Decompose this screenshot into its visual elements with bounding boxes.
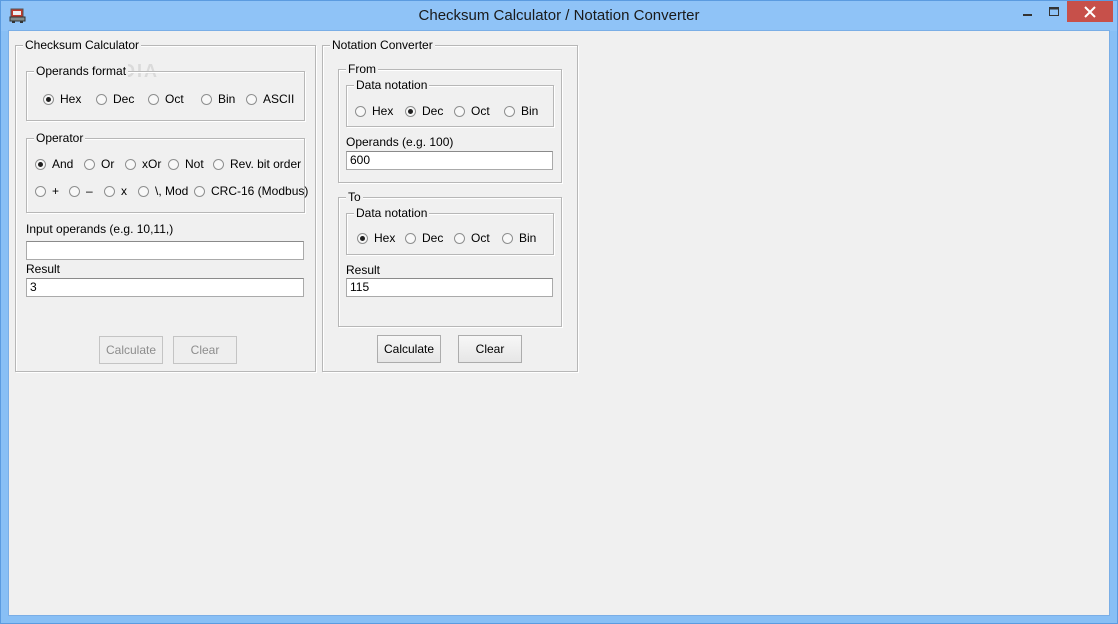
to-title: To bbox=[346, 190, 363, 204]
radio-dot bbox=[84, 158, 95, 170]
radio-dot bbox=[148, 93, 159, 105]
operator-xor-radio[interactable]: xOr bbox=[125, 157, 161, 171]
radio-label: Bin bbox=[218, 92, 236, 106]
radio-label: x bbox=[121, 184, 127, 198]
close-button[interactable] bbox=[1067, 1, 1113, 22]
maximize-button[interactable] bbox=[1042, 1, 1066, 22]
from-bin-radio[interactable]: Bin bbox=[504, 104, 538, 118]
radio-label: xOr bbox=[142, 157, 162, 171]
to-hex-radio[interactable]: Hex bbox=[357, 231, 395, 245]
radio-dot bbox=[43, 93, 54, 105]
title-bar[interactable]: Checksum Calculator / Notation Converter bbox=[1, 1, 1117, 31]
radio-label: – bbox=[86, 184, 93, 198]
to-dec-radio[interactable]: Dec bbox=[405, 231, 443, 245]
radio-dot bbox=[35, 158, 46, 170]
radio-dot bbox=[405, 105, 416, 117]
radio-label: Bin bbox=[519, 231, 537, 245]
close-icon bbox=[1084, 5, 1096, 18]
minimize-icon bbox=[1023, 13, 1032, 16]
input-operands-label: Input operands (e.g. 10,11,) bbox=[26, 222, 174, 236]
radio-dot bbox=[246, 93, 257, 105]
radio-dot bbox=[213, 158, 224, 170]
operator-group: Operator bbox=[26, 131, 305, 213]
radio-label: Dec bbox=[422, 231, 444, 245]
operands-format-hex-radio[interactable]: Hex bbox=[43, 92, 81, 106]
radio-label: CRC-16 (Modbus) bbox=[211, 184, 309, 198]
operator-plus-radio[interactable]: + bbox=[35, 184, 59, 198]
radio-dot bbox=[138, 185, 149, 197]
window-title: Checksum Calculator / Notation Converter bbox=[418, 7, 700, 24]
to-data-notation-title: Data notation bbox=[354, 206, 430, 220]
radio-label: Bin bbox=[521, 104, 539, 118]
operator-minus-radio[interactable]: – bbox=[69, 184, 93, 198]
operands-format-dec-radio[interactable]: Dec bbox=[96, 92, 134, 106]
radio-dot bbox=[69, 185, 80, 197]
radio-label: And bbox=[52, 157, 74, 171]
radio-dot bbox=[355, 105, 366, 117]
to-result-label: Result bbox=[346, 263, 381, 277]
result-label: Result bbox=[26, 262, 61, 276]
notation-clear-button[interactable]: Clear bbox=[458, 335, 522, 363]
operands-format-ascii-radio[interactable]: ASCII bbox=[246, 92, 294, 106]
radio-label: Oct bbox=[471, 104, 490, 118]
notation-calculate-button[interactable]: Calculate bbox=[377, 335, 441, 363]
operator-crc16-radio[interactable]: CRC-16 (Modbus) bbox=[194, 184, 308, 198]
operator-and-radio[interactable]: And bbox=[35, 157, 73, 171]
operands-field[interactable]: 600 bbox=[346, 151, 553, 170]
radio-label: Not bbox=[185, 157, 204, 171]
checksum-calculator-title: Checksum Calculator bbox=[23, 38, 142, 52]
operator-not-radio[interactable]: Not bbox=[168, 157, 204, 171]
radio-dot bbox=[201, 93, 212, 105]
radio-dot bbox=[168, 158, 179, 170]
radio-label: ASCII bbox=[263, 92, 295, 106]
operator-rev-bit-order-radio[interactable]: Rev. bit order bbox=[213, 157, 301, 171]
radio-label: Rev. bit order bbox=[230, 157, 302, 171]
from-hex-radio[interactable]: Hex bbox=[355, 104, 393, 118]
radio-dot bbox=[194, 185, 205, 197]
operands-label: Operands (e.g. 100) bbox=[346, 135, 454, 149]
radio-label: \, Mod bbox=[155, 184, 189, 198]
operator-title: Operator bbox=[34, 131, 86, 145]
radio-label: + bbox=[52, 184, 60, 198]
checksum-clear-button[interactable]: Clear bbox=[173, 336, 237, 364]
radio-dot bbox=[504, 105, 515, 117]
radio-label: Hex bbox=[60, 92, 82, 106]
radio-dot bbox=[35, 185, 46, 197]
to-oct-radio[interactable]: Oct bbox=[454, 231, 490, 245]
checksum-result-field[interactable]: 3 bbox=[26, 278, 304, 297]
radio-dot bbox=[405, 232, 416, 244]
operands-format-title: Operands format bbox=[34, 64, 129, 78]
operands-format-bin-radio[interactable]: Bin bbox=[201, 92, 235, 106]
radio-dot bbox=[125, 158, 136, 170]
radio-label: Or bbox=[101, 157, 115, 171]
operator-or-radio[interactable]: Or bbox=[84, 157, 114, 171]
radio-label: Hex bbox=[372, 104, 394, 118]
maximize-icon bbox=[1049, 6, 1059, 16]
radio-dot bbox=[96, 93, 107, 105]
to-result-field[interactable]: 115 bbox=[346, 278, 553, 297]
radio-label: Hex bbox=[374, 231, 396, 245]
to-bin-radio[interactable]: Bin bbox=[502, 231, 536, 245]
radio-label: Oct bbox=[471, 231, 490, 245]
input-operands-field[interactable] bbox=[26, 241, 304, 260]
operands-format-oct-radio[interactable]: Oct bbox=[148, 92, 184, 106]
operator-multiply-radio[interactable]: x bbox=[104, 184, 127, 198]
from-title: From bbox=[346, 62, 378, 76]
notation-converter-title: Notation Converter bbox=[330, 38, 435, 52]
operator-mod-radio[interactable]: \, Mod bbox=[138, 184, 188, 198]
radio-dot bbox=[454, 232, 465, 244]
radio-label: Dec bbox=[113, 92, 135, 106]
from-dec-radio[interactable]: Dec bbox=[405, 104, 443, 118]
radio-dot bbox=[357, 232, 368, 244]
minimize-button[interactable] bbox=[1016, 1, 1040, 22]
checksum-calculate-button[interactable]: Calculate bbox=[99, 336, 163, 364]
radio-dot bbox=[454, 105, 465, 117]
from-data-notation-title: Data notation bbox=[354, 78, 430, 92]
radio-dot bbox=[104, 185, 115, 197]
radio-label: Oct bbox=[165, 92, 184, 106]
radio-label: Dec bbox=[422, 104, 444, 118]
from-oct-radio[interactable]: Oct bbox=[454, 104, 490, 118]
radio-dot bbox=[502, 232, 513, 244]
